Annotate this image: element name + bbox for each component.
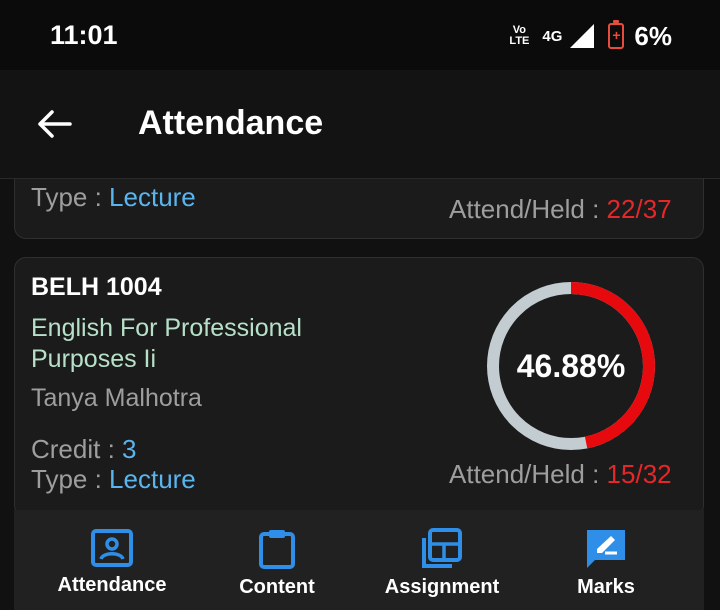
attend-held-label: Attend/Held : (449, 459, 607, 489)
attend-held-label: Attend/Held : (449, 194, 607, 224)
signal-icon (570, 24, 595, 48)
attendance-card[interactable]: Type : Lecture Attend/Held : 22/37 (14, 179, 704, 239)
nav-item-content[interactable]: Content (224, 528, 330, 599)
nav-label: Attendance (57, 574, 167, 596)
attendance-list[interactable]: Type : Lecture Attend/Held : 22/37 BELH … (0, 179, 720, 510)
status-time: 11:01 (50, 20, 118, 50)
type-label: Type : (31, 182, 110, 212)
type-value: Lecture (109, 464, 196, 494)
type-value: Lecture (109, 182, 196, 212)
credit-label: Credit : (31, 434, 123, 464)
attend-held-value: 15/32 (606, 459, 672, 489)
attend-held-value: 22/37 (606, 194, 672, 224)
volte-indicator: Vo LTE (509, 24, 530, 47)
battery-percent: 6% (634, 20, 672, 51)
teacher-name: Tanya Malhotra (31, 384, 202, 412)
network-type: 4G (542, 27, 563, 45)
marks-icon (587, 530, 625, 568)
nav-label: Content (239, 576, 315, 598)
nav-item-marks[interactable]: Marks (566, 528, 646, 599)
nav-label: Marks (577, 576, 635, 598)
status-bar: 11:01 Vo LTE 4G 6% (0, 0, 720, 70)
type-label: Type : (31, 464, 110, 494)
course-code: BELH 1004 (31, 273, 162, 301)
assignment-icon (422, 528, 462, 568)
nav-label: Assignment (384, 576, 500, 598)
attend-held-row: Attend/Held : 22/37 (449, 194, 672, 225)
attendance-percent: 46.88% (517, 348, 626, 384)
nav-item-assignment[interactable]: Assignment (378, 528, 506, 599)
clipboard-icon (259, 530, 295, 569)
nav-item-attendance[interactable]: Attendance (52, 528, 172, 597)
app-bar: Attendance (0, 70, 720, 179)
attendance-ring (535, 179, 655, 190)
status-icons: Vo LTE 4G 6% (506, 20, 672, 52)
bottom-nav: Attendance Content Assignment Marks (14, 510, 704, 610)
credit-value: 3 (122, 434, 137, 464)
attendance-card[interactable]: BELH 1004 English For Professional Purpo… (14, 257, 704, 510)
type-row: Type : Lecture (31, 464, 196, 495)
course-name: English For Professional Purposes Ii (31, 314, 302, 373)
attendance-icon (91, 529, 133, 567)
credit-row: Credit : 3 (31, 434, 137, 465)
attend-held-row: Attend/Held : 15/32 (449, 459, 672, 490)
type-row: Type : Lecture (31, 182, 196, 213)
attendance-ring: 46.88% (487, 282, 655, 450)
battery-icon (608, 20, 625, 49)
back-arrow-icon[interactable] (34, 108, 74, 140)
page-title: Attendance (138, 104, 324, 142)
